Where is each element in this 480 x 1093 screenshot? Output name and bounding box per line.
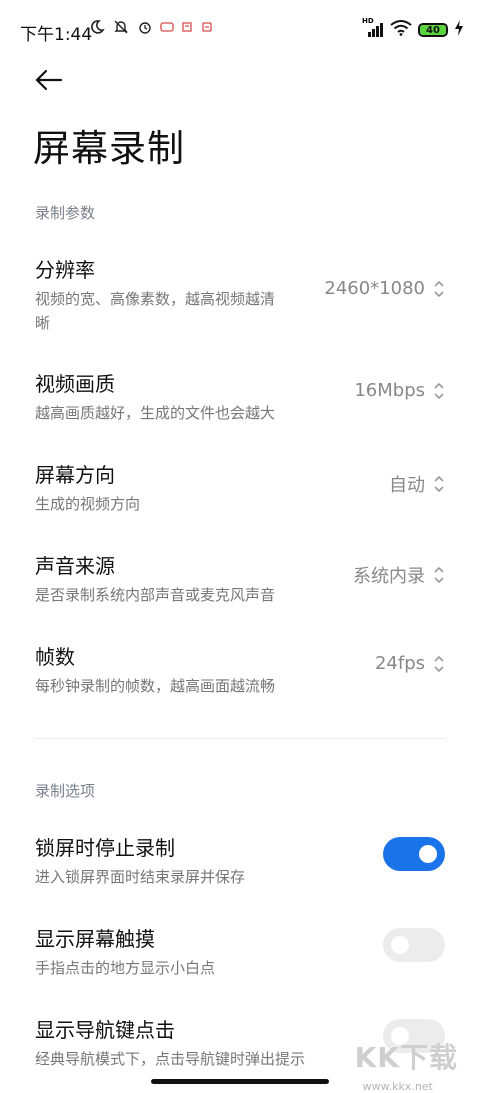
show-touches-toggle[interactable]: [383, 928, 445, 962]
section-header-params: 录制参数: [35, 204, 96, 222]
divider: [35, 738, 445, 739]
setting-title: 屏幕方向: [35, 463, 115, 487]
option-subtitle: 进入锁屏界面时结束录屏并保存: [35, 868, 246, 886]
setting-subtitle: 视频的宽、高像素数，越高视频越清 晰: [35, 290, 276, 332]
toggle-knob: [391, 936, 409, 954]
setting-video-quality[interactable]: 视频画质 越高画质越好，生成的文件也会越大 16Mbps: [35, 368, 445, 425]
alarm-icon: [136, 18, 154, 36]
setting-value[interactable]: 2460*1080: [324, 278, 445, 299]
status-bar: 下午1:44 HD 40: [0, 0, 480, 60]
signal-icon: HD: [362, 17, 384, 38]
watermark-logo: KK下载 www.kkx.net: [354, 1036, 458, 1093]
battery-indicator: 40: [418, 23, 448, 37]
moon-icon: [88, 18, 106, 36]
app-notification-icon: [200, 18, 214, 36]
page-title: 屏幕录制: [33, 127, 185, 170]
value-text: 24fps: [374, 653, 425, 674]
chevron-up-down-icon: [434, 280, 444, 297]
arrow-left-icon: [35, 69, 63, 91]
chevron-up-down-icon: [434, 655, 444, 672]
status-system-icons: HD 40: [362, 17, 464, 40]
bell-off-icon: [112, 18, 130, 36]
back-button[interactable]: [33, 64, 65, 96]
value-text: 16Mbps: [354, 380, 425, 401]
watermark-url: www.kkx.net: [362, 1080, 433, 1093]
battery-level: 40: [420, 25, 446, 36]
app-notification-icon: [180, 18, 194, 36]
watermark-brand: KK下载: [354, 1041, 458, 1074]
chevron-up-down-icon: [434, 566, 444, 584]
home-indicator[interactable]: [151, 1079, 329, 1084]
setting-screen-orientation[interactable]: 屏幕方向 生成的视频方向 自动: [35, 459, 445, 516]
value-text: 2460*1080: [324, 278, 425, 299]
setting-resolution[interactable]: 分辨率 视频的宽、高像素数，越高视频越清 晰 2460*1080: [35, 254, 445, 335]
chevron-up-down-icon: [434, 382, 444, 399]
setting-frame-rate[interactable]: 帧数 每秒钟录制的帧数，越高画面越流畅 24fps: [35, 641, 445, 698]
setting-subtitle: 生成的视频方向: [35, 495, 141, 513]
wifi-icon: [390, 20, 412, 40]
stop-on-lock-toggle[interactable]: [383, 837, 445, 871]
setting-value[interactable]: 16Mbps: [354, 380, 445, 401]
option-subtitle: 手指点击的地方显示小白点: [35, 959, 216, 977]
setting-audio-source[interactable]: 声音来源 是否录制系统内部声音或麦克风声音 系统内录: [35, 550, 445, 607]
setting-subtitle: 越高画质越好，生成的文件也会越大: [35, 404, 276, 422]
value-text: 系统内录: [353, 566, 425, 587]
app-notification-icon: [160, 18, 174, 36]
setting-value[interactable]: 24fps: [375, 653, 445, 674]
chevron-up-down-icon: [434, 475, 444, 493]
setting-value[interactable]: 系统内录: [353, 562, 445, 588]
status-notification-icons: [88, 18, 214, 36]
status-time: 下午1:44: [20, 25, 93, 45]
setting-subtitle: 每秒钟录制的帧数，越高画面越流畅: [35, 677, 276, 695]
section-header-options: 录制选项: [35, 782, 96, 800]
charging-icon: [454, 20, 464, 40]
value-text: 自动: [389, 475, 425, 496]
toggle-knob: [419, 845, 437, 863]
setting-value[interactable]: 自动: [389, 471, 445, 497]
